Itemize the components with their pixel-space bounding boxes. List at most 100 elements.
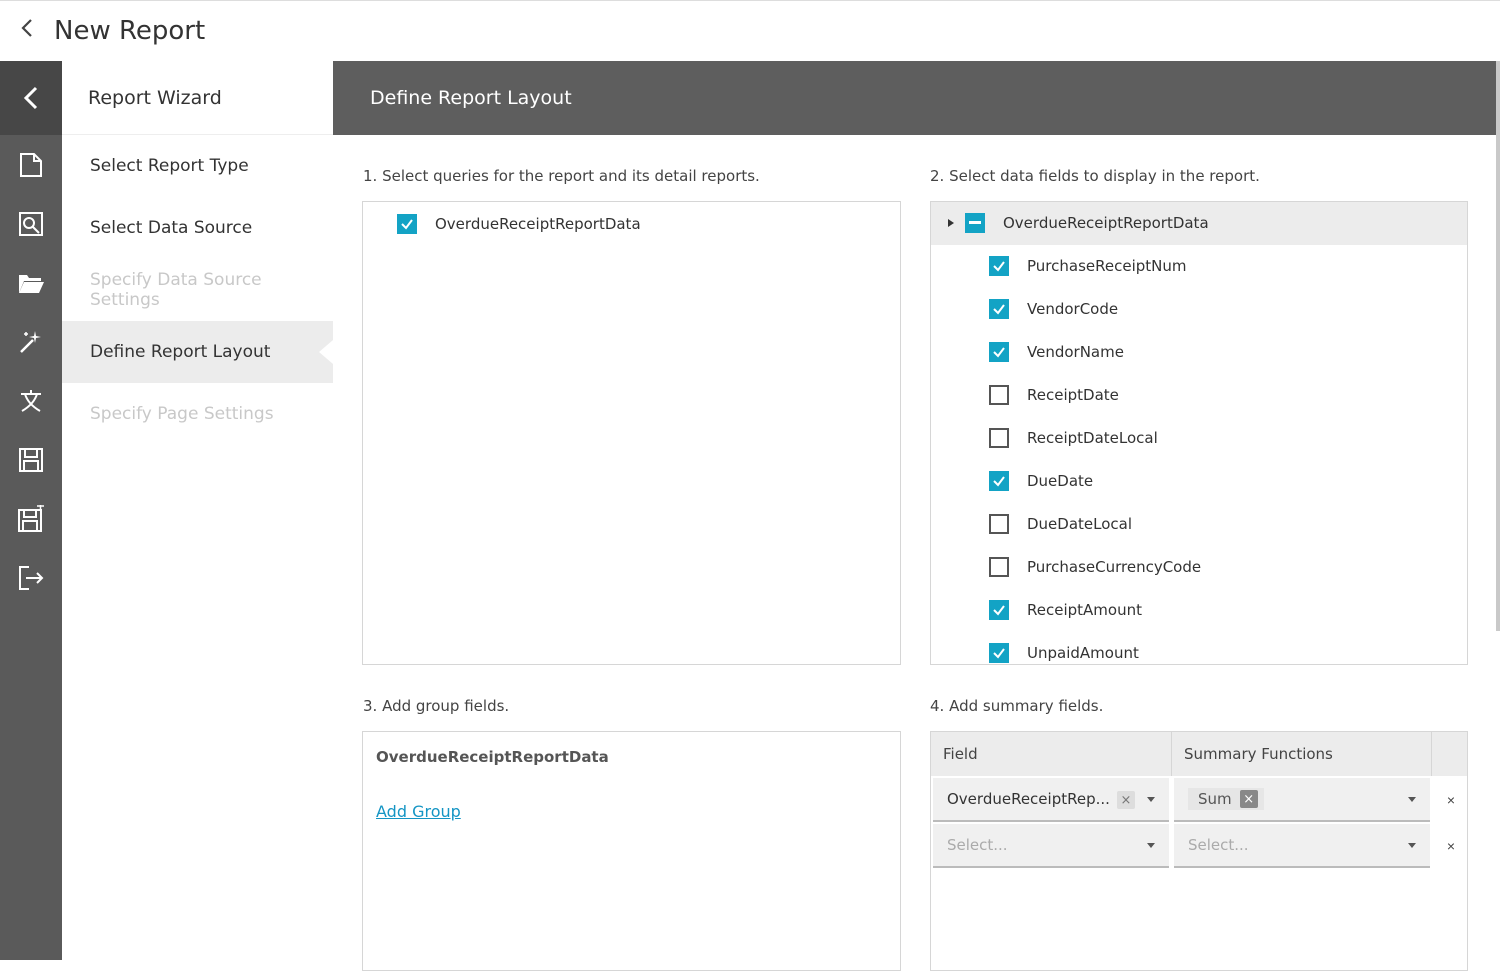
field-item[interactable]: PurchaseCurrencyCode xyxy=(989,557,1201,577)
expand-arrow-icon[interactable] xyxy=(947,218,955,228)
queries-list: OverdueReceiptReportData xyxy=(362,201,901,665)
query-item[interactable]: OverdueReceiptReportData xyxy=(397,214,641,234)
new-report-icon xyxy=(20,152,42,177)
page-scrollbar[interactable] xyxy=(1496,61,1500,631)
chevron-down-icon[interactable] xyxy=(1147,797,1155,802)
summary-fields-label: 4. Add summary fields. xyxy=(930,697,1104,715)
checkbox[interactable] xyxy=(989,643,1009,663)
column-header-summary-functions: Summary Functions xyxy=(1172,732,1432,776)
field-label: DueDate xyxy=(1027,472,1094,490)
wizard-icon xyxy=(20,330,41,353)
open-icon xyxy=(19,274,44,293)
step-select-report-type[interactable]: Select Report Type xyxy=(62,135,333,197)
field-label: VendorCode xyxy=(1027,300,1119,318)
field-item[interactable]: VendorName xyxy=(989,342,1124,362)
checkbox-indeterminate[interactable] xyxy=(965,213,985,233)
summary-function-tag-label: Sum xyxy=(1198,790,1232,808)
chevron-left-icon xyxy=(23,86,38,110)
field-item[interactable]: ReceiptAmount xyxy=(989,600,1142,620)
queries-label: 1. Select queries for the report and its… xyxy=(363,167,760,185)
step-specify-data-source-settings: Specify Data Source Settings xyxy=(90,270,262,310)
clear-field-icon[interactable]: × xyxy=(1117,791,1135,809)
design-icon xyxy=(19,211,43,236)
tree-root-label: OverdueReceiptReportData xyxy=(1003,214,1209,232)
field-item[interactable]: UnpaidAmount xyxy=(989,643,1139,663)
new-report-button[interactable] xyxy=(0,135,62,194)
main-header: Define Report Layout xyxy=(333,61,1500,135)
group-fields-panel: OverdueReceiptReportData Add Group xyxy=(362,731,901,971)
summary-function-placeholder: Select... xyxy=(1188,836,1249,854)
chevron-down-icon[interactable] xyxy=(1147,843,1155,848)
open-button[interactable] xyxy=(0,253,62,312)
check-icon xyxy=(401,219,413,230)
field-item[interactable]: ReceiptDate xyxy=(989,385,1119,405)
wizard-panel: Report Wizard Select Report Type Select … xyxy=(62,61,333,960)
field-item[interactable]: PurchaseReceiptNum xyxy=(989,256,1186,276)
field-item[interactable]: ReceiptDateLocal xyxy=(989,428,1158,448)
collapse-button[interactable] xyxy=(0,61,62,135)
field-label: UnpaidAmount xyxy=(1027,644,1139,662)
title-bar: New Report xyxy=(0,0,1500,61)
field-label: VendorName xyxy=(1027,343,1124,361)
summary-function-select-empty[interactable]: Select... xyxy=(1174,824,1430,868)
check-icon xyxy=(993,476,1005,487)
check-icon xyxy=(993,605,1005,616)
page-title: New Report xyxy=(54,16,206,46)
checkbox[interactable] xyxy=(989,342,1009,362)
checkbox[interactable] xyxy=(989,428,1009,448)
field-select[interactable]: OverdueReceiptRep... × xyxy=(933,778,1169,822)
fields-tree: OverdueReceiptReportData PurchaseReceipt… xyxy=(930,201,1468,665)
field-label: DueDateLocal xyxy=(1027,515,1133,533)
tree-root[interactable]: OverdueReceiptReportData xyxy=(947,213,1209,233)
query-label: OverdueReceiptReportData xyxy=(435,215,641,233)
chevron-down-icon[interactable] xyxy=(1408,797,1416,802)
wizard-button[interactable] xyxy=(0,312,62,371)
field-label: ReceiptAmount xyxy=(1027,601,1142,619)
remove-tag-icon[interactable]: × xyxy=(1239,790,1258,808)
chevron-down-icon[interactable] xyxy=(1408,843,1416,848)
chevron-left-icon[interactable] xyxy=(20,18,40,44)
field-select-empty[interactable]: Select... xyxy=(933,824,1169,868)
field-select-value: OverdueReceiptRep... xyxy=(947,790,1110,808)
localization-button[interactable] xyxy=(0,371,62,430)
check-icon xyxy=(993,304,1005,315)
checkbox[interactable] xyxy=(989,600,1009,620)
field-item[interactable]: VendorCode xyxy=(989,299,1118,319)
checkbox[interactable] xyxy=(989,557,1009,577)
fields-label: 2. Select data fields to display in the … xyxy=(930,167,1260,185)
group-query-name: OverdueReceiptReportData xyxy=(376,748,609,766)
field-label: ReceiptDateLocal xyxy=(1027,429,1158,447)
exit-icon xyxy=(19,565,44,590)
save-as-icon xyxy=(18,504,44,532)
field-item[interactable]: DueDate xyxy=(989,471,1093,491)
add-group-link[interactable]: Add Group xyxy=(376,802,461,821)
save-button[interactable] xyxy=(0,430,62,489)
check-icon xyxy=(993,347,1005,358)
check-icon xyxy=(993,648,1005,659)
wizard-title: Report Wizard xyxy=(62,61,333,135)
column-header-field: Field xyxy=(931,732,1172,776)
field-item[interactable]: DueDateLocal xyxy=(989,514,1132,534)
exit-button[interactable] xyxy=(0,548,62,607)
checkbox[interactable] xyxy=(989,514,1009,534)
section-title: Define Report Layout xyxy=(370,87,572,109)
checkbox[interactable] xyxy=(989,385,1009,405)
left-toolbar xyxy=(0,61,62,960)
summary-function-select[interactable]: Sum × xyxy=(1174,778,1430,822)
minus-icon xyxy=(969,221,981,224)
step-select-data-source[interactable]: Select Data Source xyxy=(62,197,333,259)
design-button[interactable] xyxy=(0,194,62,253)
remove-row-button[interactable]: × xyxy=(1433,778,1467,822)
save-icon xyxy=(19,447,43,472)
save-as-button[interactable] xyxy=(0,489,62,548)
remove-row-button[interactable]: × xyxy=(1433,824,1467,868)
step-define-report-layout[interactable]: Define Report Layout xyxy=(62,321,333,383)
checkbox[interactable] xyxy=(397,214,417,234)
field-label: PurchaseReceiptNum xyxy=(1027,257,1187,275)
checkbox[interactable] xyxy=(989,256,1009,276)
checkbox[interactable] xyxy=(989,471,1009,491)
field-label: PurchaseCurrencyCode xyxy=(1027,558,1202,576)
summary-function-tag: Sum × xyxy=(1188,788,1264,810)
checkbox[interactable] xyxy=(989,299,1009,319)
field-label: ReceiptDate xyxy=(1027,386,1119,404)
